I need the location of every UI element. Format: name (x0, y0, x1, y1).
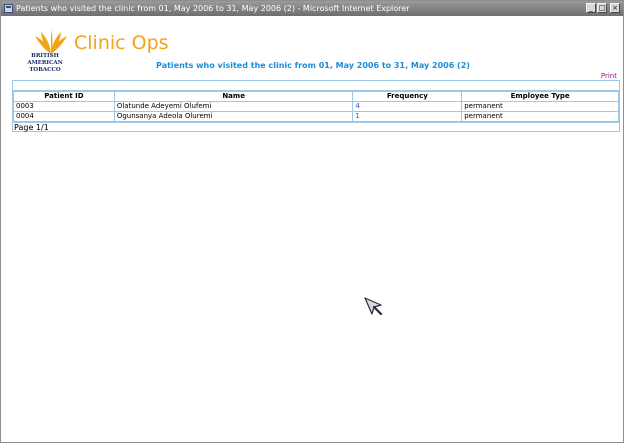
patient-id-cell: 0004 (13, 111, 115, 122)
column-header-name[interactable]: Name (113, 91, 354, 102)
patients-table: Patient ID Name Frequency Employee Type … (13, 91, 619, 122)
clinic-ops-brand: Clinic Ops (74, 32, 169, 54)
ie-window-icon[interactable] (4, 4, 13, 13)
print-link[interactable]: Print (601, 72, 617, 80)
window-controls: _ □ × (586, 3, 620, 13)
page-content: Clinic Ops BRITISH AMERICAN TOBACCO Pati… (1, 16, 623, 443)
table-header-row: Patient ID Name Frequency Employee Type (13, 91, 619, 102)
pagination-label: Page 1/1 (13, 122, 619, 132)
frame-header-strip (13, 81, 619, 91)
table-row: 0003 Olatunde Adeyemi Olufemi 4 permanen… (13, 101, 619, 112)
browser-window: Patients who visited the clinic from 01,… (0, 0, 624, 443)
clinic-ops-logo: Clinic Ops BRITISH AMERICAN TOBACCO (27, 30, 169, 84)
column-header-patient-id[interactable]: Patient ID (13, 91, 115, 102)
column-header-frequency[interactable]: Frequency (352, 91, 463, 102)
name-cell: Ogunsanya Adeola Oluremi (113, 111, 354, 122)
page-title: Patients who visited the clinic from 01,… (156, 61, 470, 70)
frequency-link[interactable]: 4 (352, 101, 463, 112)
name-cell: Olatunde Adeyemi Olufemi (113, 101, 354, 112)
employee-type-cell: permanent (461, 111, 619, 122)
report-frame: Patient ID Name Frequency Employee Type … (12, 80, 620, 132)
window-title: Patients who visited the clinic from 01,… (16, 4, 410, 13)
column-header-employee-type[interactable]: Employee Type (461, 91, 619, 102)
minimize-button[interactable]: _ (586, 3, 596, 13)
maximize-button[interactable]: □ (597, 3, 607, 13)
table-row: 0004 Ogunsanya Adeola Oluremi 1 permanen… (13, 111, 619, 122)
frequency-link[interactable]: 1 (352, 111, 463, 122)
mouse-cursor-icon (364, 297, 383, 316)
close-button[interactable]: × (610, 3, 620, 13)
employee-type-cell: permanent (461, 101, 619, 112)
patient-id-cell: 0003 (13, 101, 115, 112)
window-titlebar[interactable]: Patients who visited the clinic from 01,… (1, 1, 623, 16)
